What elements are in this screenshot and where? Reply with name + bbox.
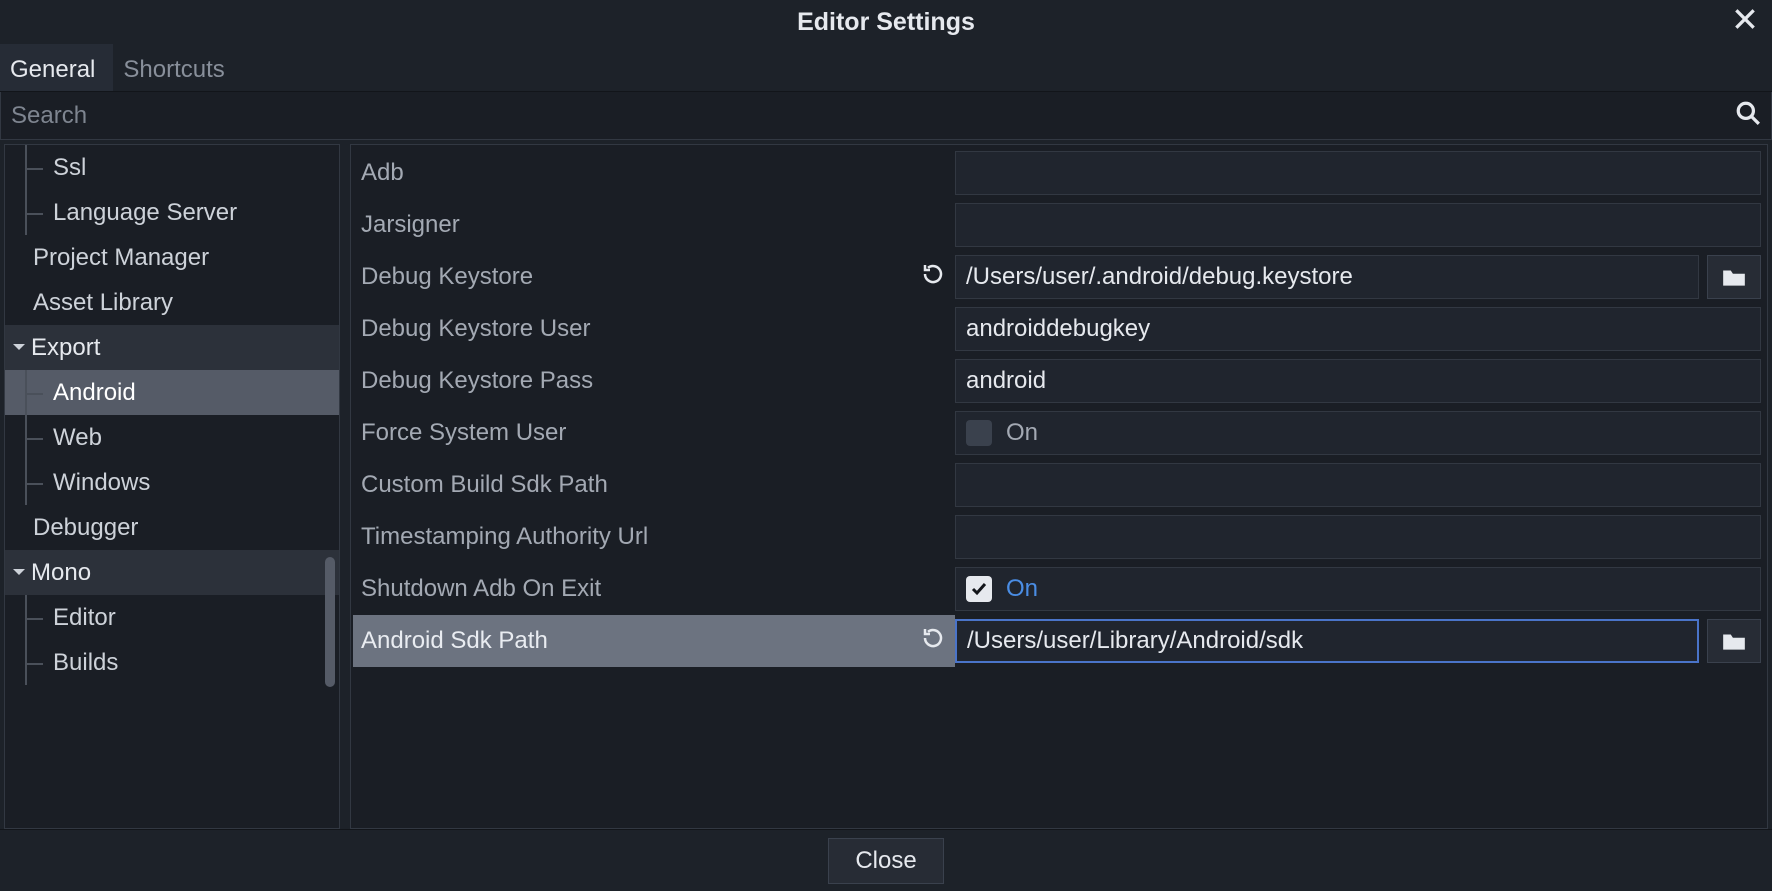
chevron-down-icon: [11, 559, 27, 587]
tab-general[interactable]: General: [0, 44, 113, 91]
label-debug-keystore: Debug Keystore: [353, 251, 955, 303]
sidebar-item-builds[interactable]: Builds: [5, 640, 339, 685]
scrollbar-thumb[interactable]: [325, 557, 335, 687]
settings-tree: Ssl Language Server Project Manager Asse…: [4, 144, 340, 829]
label-shutdown-adb-on-exit: Shutdown Adb On Exit: [353, 563, 955, 615]
input-android-sdk-path[interactable]: [955, 619, 1699, 663]
sidebar-item-web[interactable]: Web: [5, 415, 339, 460]
search-icon[interactable]: [1735, 100, 1761, 132]
label-jarsigner: Jarsigner: [353, 199, 955, 251]
label-debug-keystore-pass: Debug Keystore Pass: [353, 355, 955, 407]
label-debug-keystore-user: Debug Keystore User: [353, 303, 955, 355]
checkbox-force-system-user[interactable]: On: [955, 411, 1761, 455]
tab-shortcuts[interactable]: Shortcuts: [113, 44, 242, 91]
input-debug-keystore-pass[interactable]: [955, 359, 1761, 403]
sidebar-item-debugger[interactable]: Debugger: [5, 505, 339, 550]
input-custom-build-sdk-path[interactable]: [955, 463, 1761, 507]
label-force-system-user: Force System User: [353, 407, 955, 459]
checkbox-icon: [966, 576, 992, 602]
chevron-down-icon: [11, 334, 27, 362]
sidebar-item-language-server[interactable]: Language Server: [5, 190, 339, 235]
input-timestamping-authority-url[interactable]: [955, 515, 1761, 559]
sidebar-item-export[interactable]: Export: [5, 325, 339, 370]
sidebar-item-asset-library[interactable]: Asset Library: [5, 280, 339, 325]
browse-button[interactable]: [1707, 255, 1761, 299]
close-icon[interactable]: [1732, 6, 1758, 38]
sidebar-item-editor[interactable]: Editor: [5, 595, 339, 640]
input-debug-keystore-user[interactable]: [955, 307, 1761, 351]
search-input[interactable]: [11, 102, 1735, 130]
label-custom-build-sdk-path: Custom Build Sdk Path: [353, 459, 955, 511]
browse-button[interactable]: [1707, 619, 1761, 663]
sidebar-item-windows[interactable]: Windows: [5, 460, 339, 505]
close-button[interactable]: Close: [828, 838, 943, 884]
label-timestamping-authority-url: Timestamping Authority Url: [353, 511, 955, 563]
checkbox-shutdown-adb-on-exit[interactable]: On: [955, 567, 1761, 611]
input-debug-keystore[interactable]: [955, 255, 1699, 299]
checkbox-icon: [966, 420, 992, 446]
sidebar-item-mono[interactable]: Mono: [5, 550, 339, 595]
input-jarsigner[interactable]: [955, 203, 1761, 247]
sidebar-item-ssl[interactable]: Ssl: [5, 145, 339, 190]
revert-icon[interactable]: [921, 626, 945, 657]
settings-panel: Adb Jarsigner Debug Keystore Debug Key: [350, 144, 1768, 829]
label-android-sdk-path: Android Sdk Path: [353, 615, 955, 667]
sidebar-item-project-manager[interactable]: Project Manager: [5, 235, 339, 280]
label-adb: Adb: [353, 147, 955, 199]
input-adb[interactable]: [955, 151, 1761, 195]
revert-icon[interactable]: [921, 262, 945, 293]
sidebar-item-android[interactable]: Android: [5, 370, 339, 415]
dialog-title: Editor Settings: [797, 8, 975, 37]
